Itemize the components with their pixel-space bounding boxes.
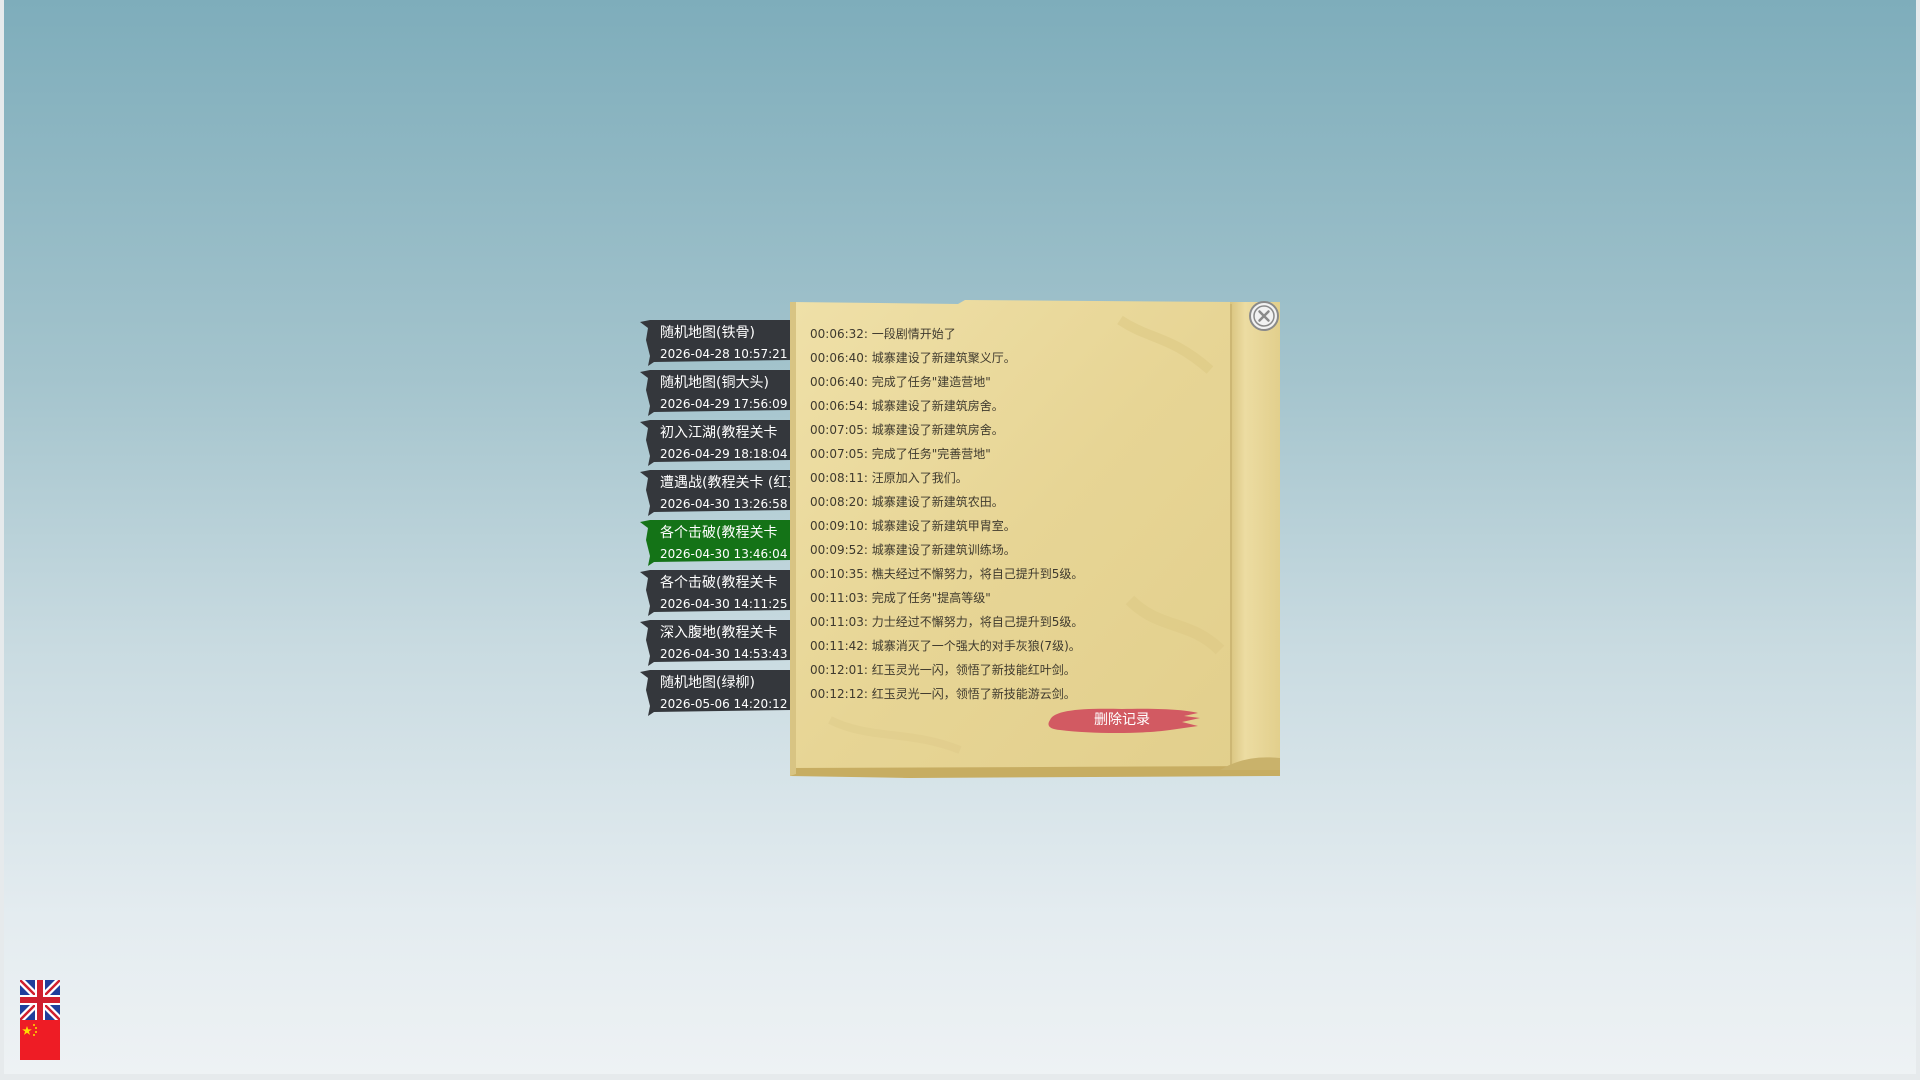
log-entry: 00:12:12: 红玉灵光一闪，领悟了新技能游云剑。 — [810, 687, 1076, 701]
log-entry: 00:07:05: 城寨建设了新建筑房舍。 — [810, 423, 1004, 437]
log-entry: 00:11:42: 城寨消灭了一个强大的对手灰狼(7级)。 — [810, 639, 1081, 653]
log-entry: 00:06:40: 完成了任务"建造营地" — [810, 375, 991, 389]
delete-record-button[interactable]: 删除记录 — [1042, 704, 1202, 736]
log-entry: 00:08:11: 汪原加入了我们。 — [810, 471, 968, 485]
log-entry: 00:06:32: 一段剧情开始了 — [810, 327, 956, 341]
save-slot-time: 2026-04-29 17:56:09 — [660, 397, 788, 411]
uk-flag-icon — [17, 977, 63, 1023]
save-slot-name: 各个击破(教程关卡 — [660, 575, 778, 591]
save-slot[interactable]: 深入腹地(教程关卡 2026-04-30 14:53:43 — [640, 620, 792, 666]
save-slot[interactable]: 各个击破(教程关卡 2026-04-30 13:46:04 — [640, 520, 792, 566]
save-slot[interactable]: 各个击破(教程关卡 2026-04-30 14:11:25 — [640, 570, 792, 616]
save-slot-name: 各个击破(教程关卡 — [660, 525, 778, 541]
save-slot-time: 2026-04-30 14:11:25 — [660, 597, 788, 611]
save-slot-time: 2026-05-06 14:20:12 — [660, 697, 788, 711]
save-list: 随机地图(铁骨) 2026-04-28 10:57:21 随机地图(铜大头) 2026… — [640, 320, 796, 720]
log-entry: 00:10:35: 樵夫经过不懈努力，将自己提升到5级。 — [810, 567, 1084, 581]
log-entry: 00:06:54: 城寨建设了新建筑房舍。 — [810, 399, 1004, 413]
save-slot-time: 2026-04-30 13:26:58 — [660, 497, 788, 511]
log-entry: 00:06:40: 城寨建设了新建筑聚义厅。 — [810, 351, 1016, 365]
save-slot-time: 2026-04-30 14:53:43 — [660, 647, 788, 661]
language-english-button[interactable] — [17, 977, 63, 1023]
save-slot[interactable]: 随机地图(铜大头) 2026-04-29 17:56:09 — [640, 370, 792, 416]
close-circle-icon — [1249, 301, 1279, 331]
language-chinese-button[interactable] — [20, 1020, 60, 1060]
china-flag-icon — [20, 1020, 60, 1060]
log-entry: 00:07:05: 完成了任务"完善营地" — [810, 447, 991, 461]
save-slot-name: 随机地图(绿柳) — [660, 675, 755, 691]
save-slot-name: 初入江湖(教程关卡 — [660, 425, 778, 441]
save-slot-name: 遭遇战(教程关卡 (红玉 — [660, 475, 796, 491]
save-slot-name: 随机地图(铁骨) — [660, 325, 755, 341]
save-slot[interactable]: 遭遇战(教程关卡 (红玉 2026-04-30 13:26:58 — [640, 470, 796, 516]
log-panel: 00:06:32: 一段剧情开始了 00:06:40: 城寨建设了新建筑聚义厅。 0… — [790, 300, 1280, 778]
event-log: 00:06:32: 一段剧情开始了 00:06:40: 城寨建设了新建筑聚义厅。 0… — [810, 322, 1230, 706]
save-slot-time: 2026-04-28 10:57:21 — [660, 347, 788, 361]
log-entry: 00:12:01: 红玉灵光一闪，领悟了新技能红叶剑。 — [810, 663, 1076, 677]
save-slot[interactable]: 随机地图(铁骨) 2026-04-28 10:57:21 — [640, 320, 792, 366]
log-entry: 00:09:10: 城寨建设了新建筑甲胄室。 — [810, 519, 1016, 533]
save-slot-time: 2026-04-30 13:46:04 — [660, 547, 788, 561]
save-slot[interactable]: 初入江湖(教程关卡 2026-04-29 18:18:04 — [640, 420, 792, 466]
delete-record-label: 删除记录 — [1094, 712, 1150, 728]
close-button[interactable] — [1248, 300, 1280, 332]
save-slot-time: 2026-04-29 18:18:04 — [660, 447, 788, 461]
log-entry: 00:11:03: 完成了任务"提高等级" — [810, 591, 991, 605]
log-entry: 00:08:20: 城寨建设了新建筑农田。 — [810, 495, 1004, 509]
save-slot-name: 随机地图(铜大头) — [660, 375, 769, 391]
log-entry: 00:11:03: 力士经过不懈努力，将自己提升到5级。 — [810, 615, 1084, 629]
save-slot-name: 深入腹地(教程关卡 — [660, 625, 778, 641]
save-slot[interactable]: 随机地图(绿柳) 2026-05-06 14:20:12 — [640, 670, 792, 716]
log-entry: 00:09:52: 城寨建设了新建筑训练场。 — [810, 543, 1016, 557]
